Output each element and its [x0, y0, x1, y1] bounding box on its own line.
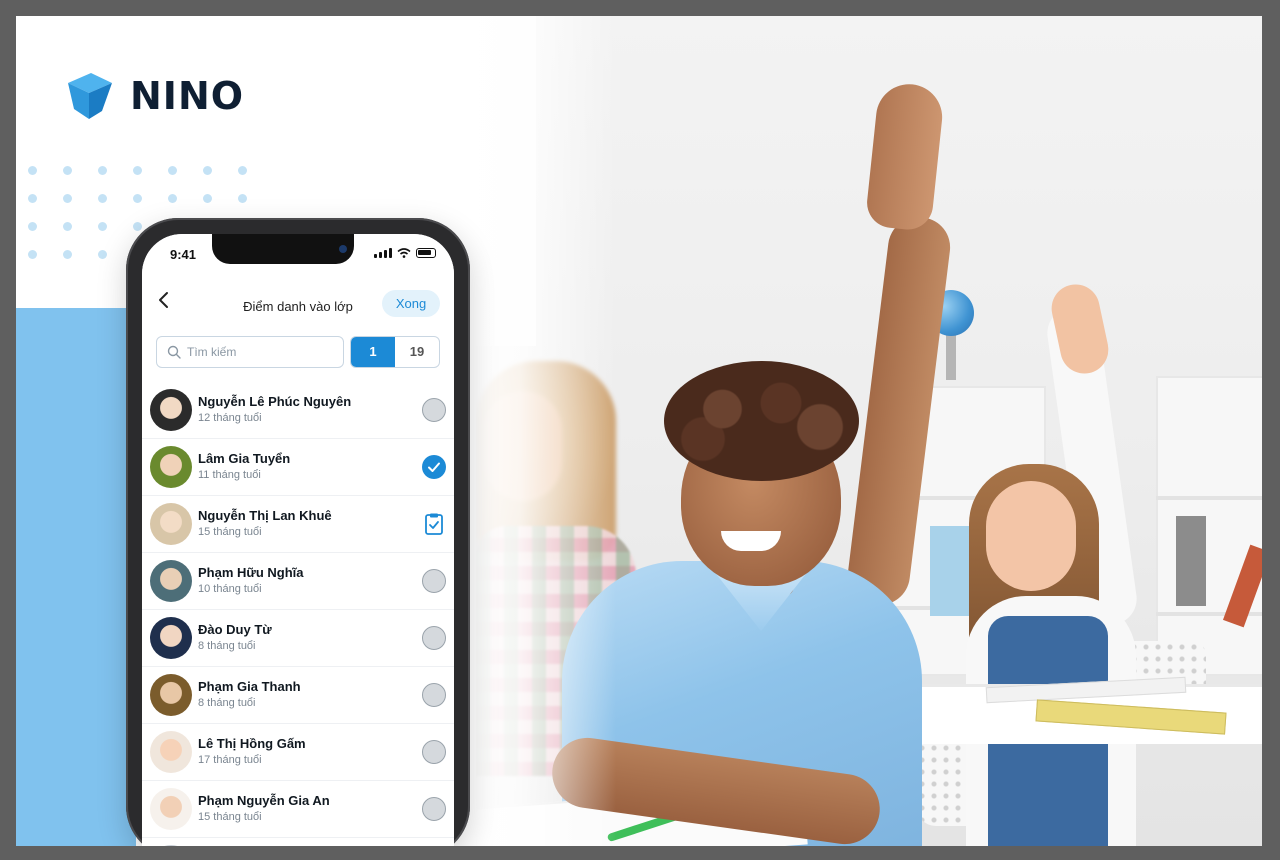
- student-row[interactable]: Phạm Nguyễn Gia An 15 tháng tuổi: [142, 781, 454, 838]
- phone-notch: [212, 234, 354, 264]
- decor-dot: [168, 166, 177, 175]
- signal-icon: [374, 248, 392, 258]
- done-button[interactable]: Xong: [382, 290, 440, 317]
- banner-canvas: NINO 9:41 Điểm danh vào lớp Xong Tìm kiế…: [16, 16, 1262, 846]
- count-segment: 1 19: [350, 336, 440, 368]
- student-name: Lâm Gia Tuyển: [198, 451, 291, 466]
- decor-dot: [133, 194, 142, 203]
- student-avatar: [150, 560, 192, 602]
- phone-mockup: 9:41 Điểm danh vào lớp Xong Tìm kiếm 1 1…: [126, 218, 470, 846]
- student-list: Nguyễn Lê Phúc Nguyên 12 tháng tuổi Lâm Gi…: [142, 382, 454, 846]
- attendance-unchecked-icon[interactable]: [422, 740, 446, 764]
- decor-dot: [98, 194, 107, 203]
- attendance-unchecked-icon[interactable]: [422, 797, 446, 821]
- decor-dot: [98, 250, 107, 259]
- battery-icon: [416, 248, 436, 258]
- student-name: Phạm Gia Thanh: [198, 679, 301, 694]
- decor-dot: [238, 166, 247, 175]
- student-name: Phạm Nguyễn Gia An: [198, 793, 330, 808]
- leave-request-icon[interactable]: [422, 512, 446, 536]
- attendance-checked-icon[interactable]: [422, 455, 446, 479]
- decor-dot: [28, 222, 37, 231]
- nav-bar: Điểm danh vào lớp Xong: [142, 274, 454, 326]
- status-time: 9:41: [170, 247, 197, 262]
- student-age: 8 tháng tuổi: [198, 640, 256, 652]
- student-age: 15 tháng tuổi: [198, 811, 262, 823]
- search-row: Tìm kiếm 1 19: [142, 326, 454, 382]
- student-name: Phạm Hữu Nghĩa: [198, 565, 304, 580]
- student-age: 10 tháng tuổi: [198, 583, 262, 595]
- student-avatar: [150, 617, 192, 659]
- attendance-unchecked-icon[interactable]: [422, 683, 446, 707]
- student-avatar: [150, 389, 192, 431]
- status-icons: [374, 248, 436, 258]
- decor-dot: [63, 166, 72, 175]
- student-avatar: [150, 731, 192, 773]
- student-row[interactable]: Phạm Hữu Nghĩa 10 tháng tuổi: [142, 553, 454, 610]
- decor-dot: [98, 222, 107, 231]
- student-avatar: [150, 503, 192, 545]
- brand-name: NINO: [130, 74, 245, 118]
- student-name: Nguyễn Lê Phúc Nguyên: [198, 394, 352, 409]
- segment-selected[interactable]: 1: [351, 337, 395, 367]
- student-avatar: [150, 446, 192, 488]
- decor-dot: [133, 166, 142, 175]
- student-row[interactable]: Lâm Gia Tuyển 11 tháng tuổi: [142, 439, 454, 496]
- blue-accent-panel: [16, 308, 136, 846]
- student-row[interactable]: Đào Duy Từ 8 tháng tuổi: [142, 610, 454, 667]
- student-row[interactable]: Nguyễn Lê Phúc Nguyên 12 tháng tuổi: [142, 382, 454, 439]
- student-name: Đào Duy Từ: [198, 622, 272, 637]
- segment-other[interactable]: 19: [395, 337, 439, 367]
- decor-dot: [168, 194, 177, 203]
- student-avatar: [150, 674, 192, 716]
- search-placeholder: Tìm kiếm: [187, 345, 237, 359]
- search-input[interactable]: Tìm kiếm: [156, 336, 344, 368]
- decor-dot: [63, 194, 72, 203]
- student-age: 12 tháng tuổi: [198, 412, 262, 424]
- student-age: 15 tháng tuổi: [198, 526, 262, 538]
- student-row[interactable]: Trần An An: [142, 838, 454, 846]
- decor-dot: [238, 194, 247, 203]
- decor-dot: [63, 250, 72, 259]
- student-row[interactable]: Lê Thị Hồng Gấm 17 tháng tuổi: [142, 724, 454, 781]
- decor-dot: [28, 194, 37, 203]
- photo-fade-overlay: [456, 16, 616, 846]
- decor-dot: [133, 222, 142, 231]
- student-age: 8 tháng tuổi: [198, 697, 256, 709]
- decor-dot: [28, 166, 37, 175]
- attendance-unchecked-icon[interactable]: [422, 398, 446, 422]
- student-avatar: [150, 845, 192, 846]
- student-row[interactable]: Nguyễn Thị Lan Khuê 15 tháng tuổi: [142, 496, 454, 553]
- student-row[interactable]: Phạm Gia Thanh 8 tháng tuổi: [142, 667, 454, 724]
- decor-dot: [63, 222, 72, 231]
- cube-logo-icon: [68, 73, 112, 119]
- student-name: Nguyễn Thị Lan Khuê: [198, 508, 332, 523]
- decor-dot: [203, 194, 212, 203]
- decor-dot: [203, 166, 212, 175]
- student-age: 17 tháng tuổi: [198, 754, 262, 766]
- camera-dot: [339, 245, 347, 253]
- attendance-unchecked-icon[interactable]: [422, 569, 446, 593]
- decor-dot: [98, 166, 107, 175]
- student-age: 11 tháng tuổi: [198, 469, 261, 481]
- decor-dot: [28, 250, 37, 259]
- attendance-unchecked-icon[interactable]: [422, 626, 446, 650]
- student-avatar: [150, 788, 192, 830]
- phone-screen: 9:41 Điểm danh vào lớp Xong Tìm kiếm 1 1…: [142, 234, 454, 846]
- student-name: Lê Thị Hồng Gấm: [198, 736, 306, 751]
- nino-logo: NINO: [68, 71, 244, 121]
- search-icon: [167, 345, 181, 359]
- wifi-icon: [397, 248, 411, 258]
